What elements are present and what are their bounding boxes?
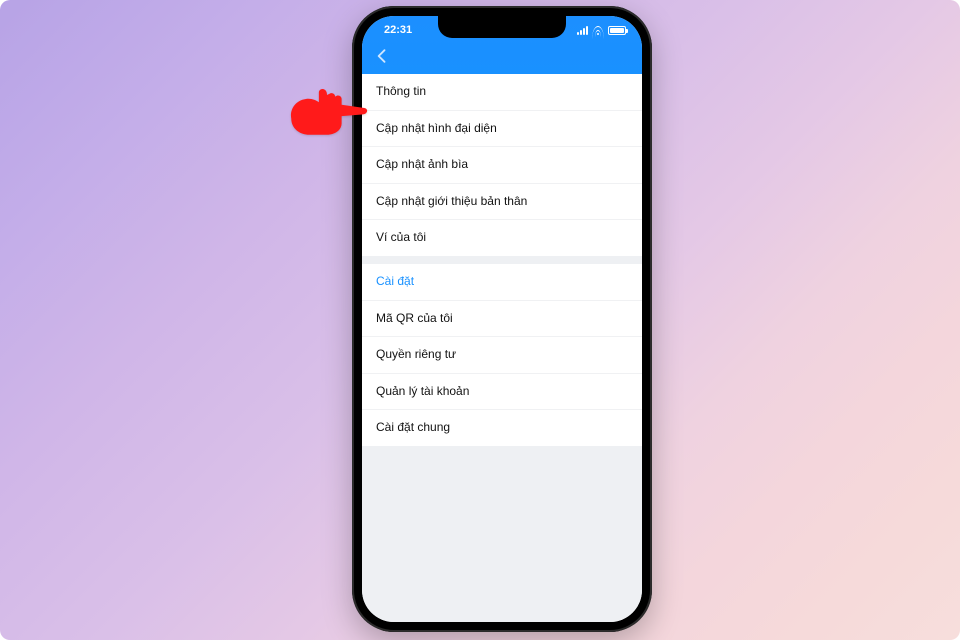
menu-item-label: Cập nhật hình đại diện [376,121,497,135]
menu-item-update-avatar[interactable]: Cập nhật hình đại diện [362,111,642,148]
menu-item-label: Cài đặt chung [376,420,450,434]
menu-item-label: Cập nhật ảnh bìa [376,157,468,171]
menu-item-update-intro[interactable]: Cập nhật giới thiệu bản thân [362,184,642,221]
status-indicators [577,26,626,35]
menu-item-my-wallet[interactable]: Ví của tôi [362,220,642,256]
phone-screen: 22:31 Thông tin Cập nhật hình đại diện C… [362,16,642,622]
menu-item-label: Quyền riêng tư [376,347,456,361]
menu-item-privacy[interactable]: Quyền riêng tư [362,337,642,374]
menu-item-label: Thông tin [376,84,426,98]
section-divider [362,256,642,264]
phone-notch [438,16,566,38]
menu-item-my-qr[interactable]: Mã QR của tôi [362,301,642,338]
status-time: 22:31 [384,24,412,36]
section-title-settings: Cài đặt [362,264,642,301]
pointing-hand-icon [286,86,368,138]
back-button[interactable] [372,46,392,66]
wifi-icon [592,26,604,35]
menu-item-account-management[interactable]: Quản lý tài khoản [362,374,642,411]
section-title-label: Cài đặt [376,274,414,288]
menu-list-2: Cài đặt Mã QR của tôi Quyền riêng tư Quả… [362,264,642,446]
phone-frame: 22:31 Thông tin Cập nhật hình đại diện C… [352,6,652,632]
signal-icon [577,26,588,35]
menu-item-general-settings[interactable]: Cài đặt chung [362,410,642,446]
empty-area [362,446,642,622]
menu-item-label: Mã QR của tôi [376,311,453,325]
menu-list-1: Thông tin Cập nhật hình đại diện Cập nhậ… [362,74,642,256]
menu-item-info[interactable]: Thông tin [362,74,642,111]
menu-item-update-cover[interactable]: Cập nhật ảnh bìa [362,147,642,184]
menu-item-label: Cập nhật giới thiệu bản thân [376,194,527,208]
background: 22:31 Thông tin Cập nhật hình đại diện C… [0,0,960,640]
menu-item-label: Quản lý tài khoản [376,384,469,398]
battery-icon [608,26,626,35]
menu-item-label: Ví của tôi [376,230,426,244]
